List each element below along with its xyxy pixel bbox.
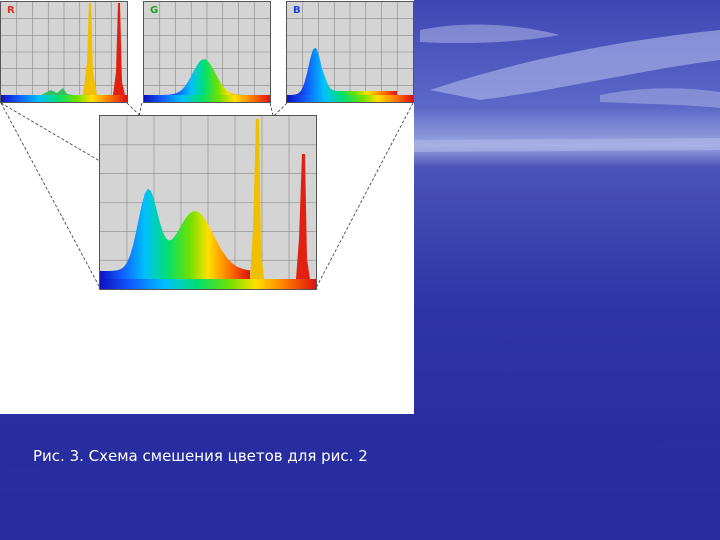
combined-histogram [99, 115, 317, 290]
spectrum-bar [1, 95, 127, 102]
figure-caption: Рис. 3. Схема смешения цветов для рис. 2 [33, 447, 368, 465]
histogram-curve [164, 59, 254, 95]
spectrum-bar [287, 95, 413, 102]
blue-channel-label: B [293, 5, 301, 16]
spectrum-bar [144, 95, 270, 102]
red-channel-label: R [7, 5, 15, 16]
spectrum-bar [100, 279, 316, 289]
histogram-peak [113, 3, 125, 95]
green-channel-histogram: G [143, 1, 271, 103]
histogram-curve [41, 88, 73, 95]
color-mixing-figure: R G B [0, 0, 414, 414]
blue-channel-histogram: B [286, 1, 414, 103]
histogram-peak [83, 3, 97, 95]
green-channel-label: G [150, 5, 159, 16]
red-channel-histogram: R [0, 1, 128, 103]
